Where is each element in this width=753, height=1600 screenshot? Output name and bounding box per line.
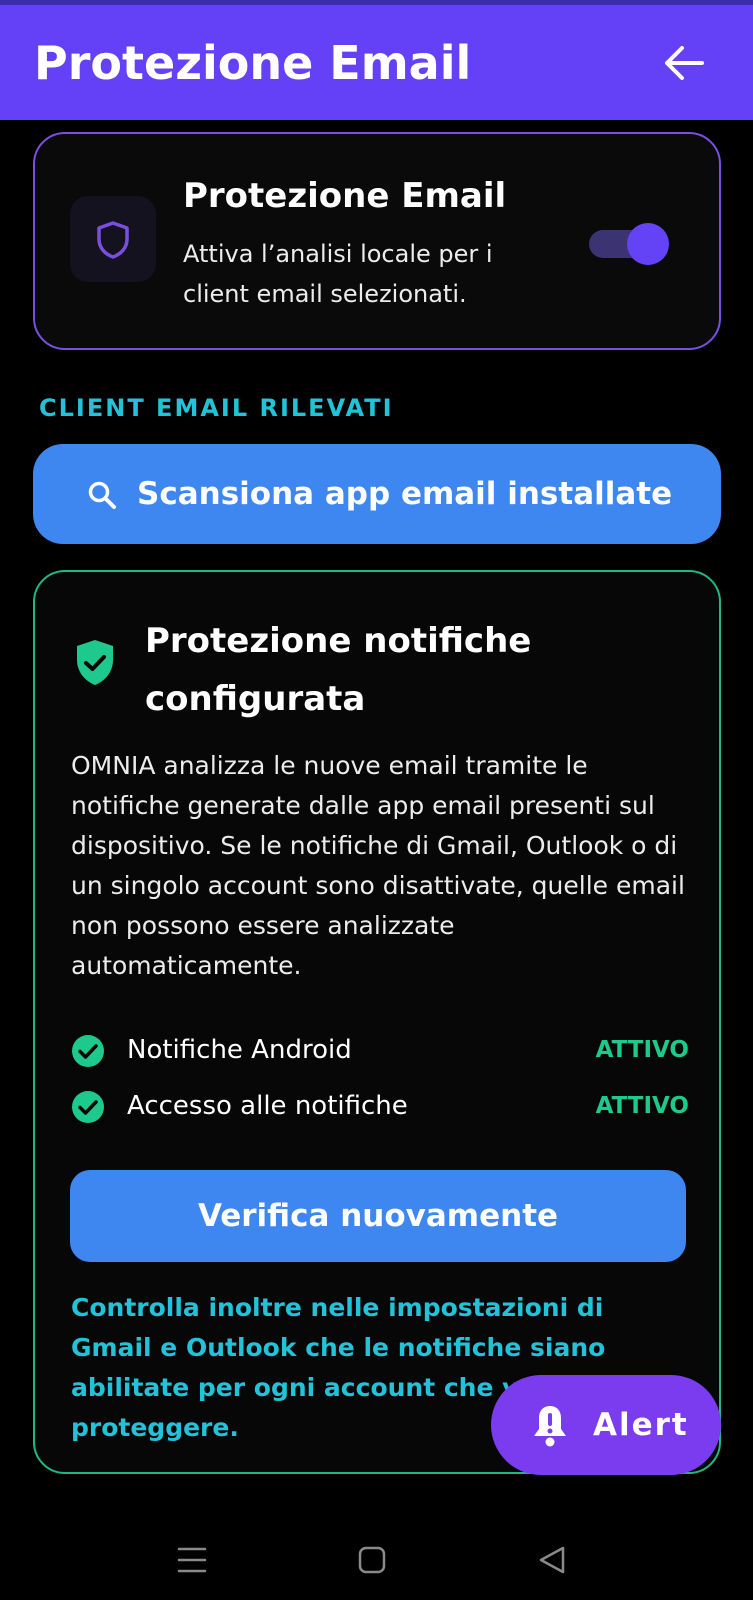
status-value: ATTIVO — [595, 1037, 689, 1063]
notification-card: Protezione notifiche configurata OMNIA a… — [33, 570, 721, 1474]
notification-title: Protezione notifiche configurata — [145, 621, 532, 719]
status-row: Notifiche Android ATTIVO — [71, 1030, 689, 1070]
shield-tile — [70, 196, 156, 282]
status-name: Notifiche Android — [127, 1035, 352, 1065]
shield-icon — [97, 221, 129, 259]
nav-back-button[interactable] — [530, 1538, 574, 1582]
protection-description: Attiva l’analisi locale per i client ema… — [183, 240, 493, 308]
status-value: ATTIVO — [595, 1093, 689, 1119]
home-button[interactable] — [350, 1538, 394, 1582]
scan-button-label: Scansiona app email installate — [137, 476, 673, 512]
shield-check-icon — [77, 640, 113, 685]
menu-lines-icon — [177, 1547, 207, 1573]
status-name: Accesso alle notifiche — [127, 1091, 408, 1121]
check-circle-icon — [72, 1091, 104, 1123]
alert-button[interactable]: Alert — [491, 1375, 721, 1475]
triangle-back-icon — [539, 1546, 565, 1574]
notification-body: OMNIA analizza le nuove email tramite le… — [71, 751, 685, 980]
recents-button[interactable] — [170, 1538, 214, 1582]
verify-button-label: Verifica nuovamente — [197, 1198, 559, 1234]
toggle-thumb — [627, 223, 669, 265]
bell-alert-icon — [534, 1406, 566, 1447]
system-navigation — [0, 1520, 753, 1600]
scan-button[interactable]: Scansiona app email installate — [33, 444, 721, 544]
status-row: Accesso alle notifiche ATTIVO — [71, 1086, 689, 1126]
verify-button[interactable]: Verifica nuovamente — [70, 1170, 686, 1262]
section-label: CLIENT EMAIL RILEVATI — [39, 394, 394, 422]
square-home-icon — [358, 1546, 386, 1574]
protection-title: Protezione Email — [183, 176, 507, 216]
search-icon — [88, 481, 116, 509]
check-circle-icon — [72, 1035, 104, 1067]
back-button[interactable] — [662, 43, 706, 83]
protection-card: Protezione Email Attiva l’analisi locale… — [33, 132, 721, 350]
page-title: Protezione Email — [34, 36, 472, 90]
protection-toggle[interactable] — [589, 221, 669, 267]
alert-button-label: Alert — [593, 1407, 689, 1443]
arrow-left-icon — [665, 46, 704, 80]
app-bar: Protezione Email — [0, 5, 753, 120]
